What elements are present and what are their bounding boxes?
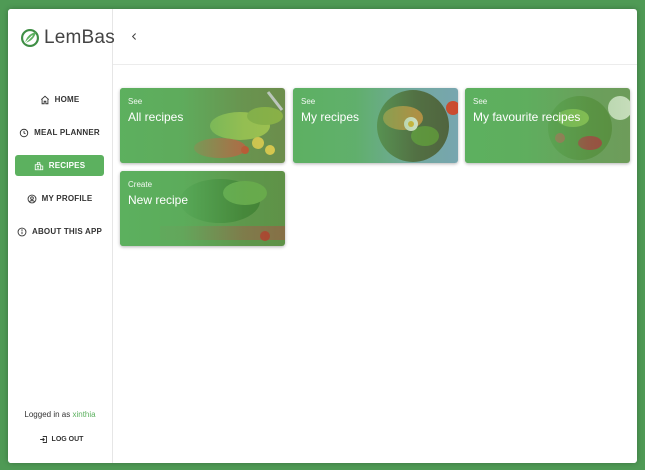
sidebar-item-label: ABOUT THIS APP xyxy=(31,227,103,236)
card-overlay xyxy=(120,88,285,163)
logout-button[interactable]: LOG OUT xyxy=(34,432,88,446)
logged-in-prefix: Logged in as xyxy=(24,410,71,419)
card-title: New recipe xyxy=(128,193,189,207)
chevron-left-icon xyxy=(131,32,136,40)
recipes-icon xyxy=(34,161,43,170)
card-my-recipes[interactable]: See My recipes xyxy=(293,88,458,163)
topbar xyxy=(113,9,637,65)
card-kicker: See xyxy=(301,97,316,106)
sidebar-nav: HOME MEAL PLANNER RECIPES MY PROFILE ABO… xyxy=(15,89,104,254)
card-title: My favourite recipes xyxy=(473,110,581,124)
card-all-recipes[interactable]: See All recipes xyxy=(120,88,285,163)
sidebar-item-my-profile[interactable]: MY PROFILE xyxy=(15,188,104,209)
card-kicker: See xyxy=(473,97,488,106)
home-icon xyxy=(40,95,49,104)
card-kicker: Create xyxy=(128,180,153,189)
card-kicker: See xyxy=(128,97,143,106)
sidebar: LemBas HOME MEAL PLANNER RECIPES MY PROF… xyxy=(8,9,115,463)
card-title: All recipes xyxy=(128,110,184,124)
card-overlay xyxy=(465,88,630,163)
app-name: LemBas xyxy=(44,27,115,48)
account-circle-icon xyxy=(27,194,37,203)
card-my-favourite-recipes[interactable]: See My favourite recipes xyxy=(465,88,630,163)
logged-in-status: Logged in as xinthia xyxy=(8,410,112,419)
app-window: LemBas HOME MEAL PLANNER RECIPES MY PROF… xyxy=(8,9,637,463)
leaf-logo-icon xyxy=(21,29,39,47)
sidebar-item-recipes[interactable]: RECIPES xyxy=(15,155,104,176)
card-title: My recipes xyxy=(301,110,360,124)
sidebar-item-home[interactable]: HOME xyxy=(15,89,104,110)
clock-icon xyxy=(19,128,29,137)
sidebar-item-about[interactable]: ABOUT THIS APP xyxy=(15,221,104,242)
card-overlay xyxy=(293,88,458,163)
sidebar-item-meal-planner[interactable]: MEAL PLANNER xyxy=(15,122,104,143)
username: xinthia xyxy=(72,410,96,419)
logout-label: LOG OUT xyxy=(51,435,84,443)
logout-icon xyxy=(39,435,47,443)
sidebar-item-label: RECIPES xyxy=(48,161,86,170)
sidebar-item-label: MY PROFILE xyxy=(41,194,93,203)
logo[interactable]: LemBas xyxy=(20,27,115,49)
info-icon xyxy=(17,227,27,236)
back-button[interactable] xyxy=(127,29,141,43)
sidebar-item-label: HOME xyxy=(54,95,80,104)
sidebar-item-label: MEAL PLANNER xyxy=(34,128,100,137)
card-new-recipe[interactable]: Create New recipe xyxy=(120,171,285,246)
